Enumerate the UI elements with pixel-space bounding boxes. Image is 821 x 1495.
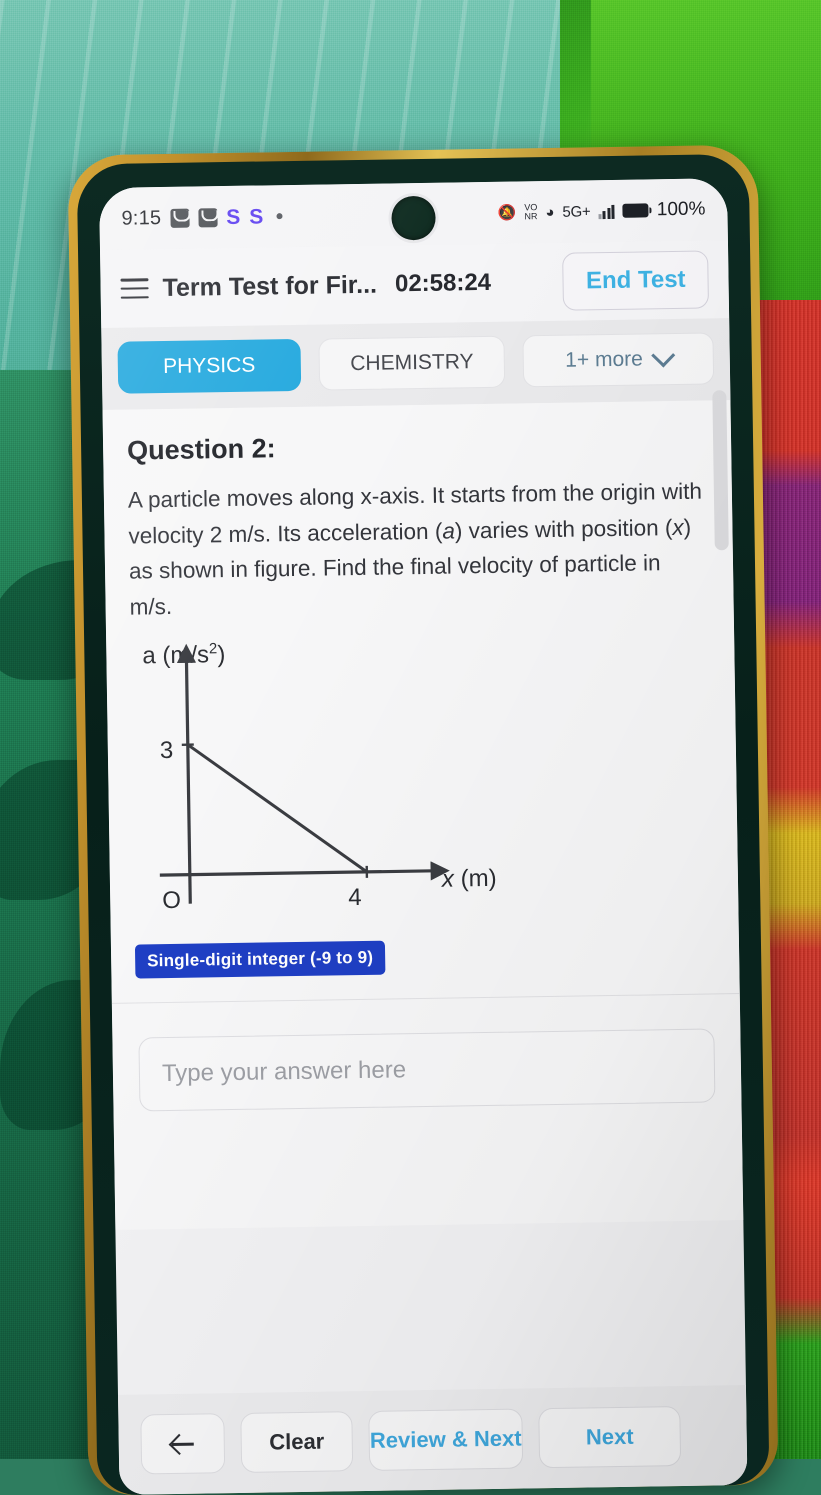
signal-bars-icon <box>598 203 615 218</box>
hotspot-icon: ◕ <box>545 204 554 219</box>
answer-input[interactable]: Type your answer here <box>138 1029 715 1112</box>
question-figure: a (m/s2) 3 4 O x (m) <box>138 636 562 923</box>
subject-tabs: PHYSICS CHEMISTRY 1+ more <box>101 318 730 410</box>
tab-physics[interactable]: PHYSICS <box>117 339 301 394</box>
question-var-a: a <box>442 518 455 543</box>
question-text: A particle moves along x-axis. It starts… <box>128 473 710 624</box>
question-line-1: A particle moves along x-axis. It starts… <box>128 479 656 512</box>
review-and-next-button[interactable]: Review & Next <box>368 1409 523 1471</box>
hamburger-icon[interactable] <box>120 278 148 298</box>
section-divider <box>112 993 740 1004</box>
status-overflow-dot-icon <box>276 213 282 219</box>
tab-more[interactable]: 1+ more <box>523 332 714 387</box>
arrow-left-icon <box>170 1431 196 1457</box>
page-title: Term Test for Fir... <box>162 270 377 302</box>
status-bar: 9:15 S S 🔕 VO NR ◕ 5G+ 100% <box>99 178 728 250</box>
test-timer: 02:58:24 <box>395 269 492 299</box>
back-button[interactable] <box>140 1413 225 1474</box>
status-time: 9:15 <box>121 207 161 231</box>
status-letter-s: S <box>226 206 240 227</box>
question-var-x: x <box>672 514 684 539</box>
end-test-button[interactable]: End Test <box>563 250 709 310</box>
content-scrollbar[interactable] <box>712 390 729 550</box>
bottom-action-bar: Clear Review & Next Next <box>118 1385 747 1495</box>
phone-bezel: 9:15 S S 🔕 VO NR ◕ 5G+ 100% <box>77 154 770 1495</box>
phone-device: 9:15 S S 🔕 VO NR ◕ 5G+ 100% <box>68 145 779 1495</box>
chevron-down-icon <box>651 343 675 367</box>
question-line-3a: position ( <box>581 515 673 541</box>
question-number: Question 2: <box>127 426 707 466</box>
battery-percent-label: 100% <box>657 198 706 221</box>
tab-chemistry[interactable]: CHEMISTRY <box>318 336 505 391</box>
battery-full-icon <box>623 203 649 217</box>
question-line-2b: ) varies with <box>455 516 575 543</box>
mail-icon <box>198 208 217 227</box>
answer-type-badge: Single-digit integer (-9 to 9) <box>135 941 386 979</box>
app-header: Term Test for Fir... 02:58:24 End Test <box>100 240 729 328</box>
figure-svg <box>138 636 562 923</box>
bell-off-icon: 🔕 <box>498 205 517 220</box>
clear-button[interactable]: Clear <box>240 1411 353 1473</box>
status-right-group: 🔕 VO NR ◕ 5G+ 100% <box>498 198 706 223</box>
answer-input-placeholder: Type your answer here <box>162 1056 407 1088</box>
status-letter-s: S <box>249 206 263 227</box>
mail-icon <box>170 208 189 227</box>
front-camera-cutout <box>391 196 436 241</box>
phone-screen: 9:15 S S 🔕 VO NR ◕ 5G+ 100% <box>99 178 747 1495</box>
tab-more-label: 1+ more <box>565 347 643 372</box>
network-type-label: 5G+ <box>562 203 590 220</box>
vonr-icon: VO NR <box>524 203 537 221</box>
question-content: Question 2: A particle moves along x-axi… <box>103 400 744 1230</box>
